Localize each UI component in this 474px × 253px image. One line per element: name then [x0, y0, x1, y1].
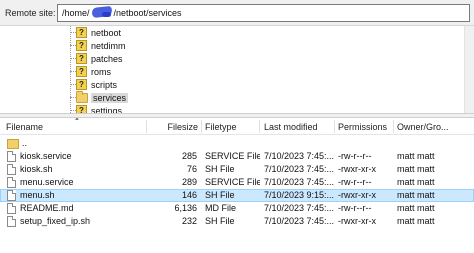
remote-directory-tree: ? netboot ? netdimm ? patches ? roms ? s…: [0, 26, 474, 113]
file-owner: matt matt: [397, 203, 435, 213]
tree-item-label: roms: [91, 66, 111, 77]
path-prefix: /home/: [62, 8, 90, 18]
file-modified: 7/10/2023 9:15:...: [264, 190, 334, 200]
remote-site-bar: Remote site: /home/ /netboot/services: [0, 0, 474, 26]
file-row[interactable]: menu.service 289 SERVICE File 7/10/2023 …: [0, 176, 474, 189]
file-permissions: -rwxr-xr-x: [338, 216, 376, 226]
file-owner: matt matt: [397, 216, 435, 226]
question-icon: ?: [76, 40, 87, 51]
file-name: README.md: [20, 203, 74, 213]
tree-item-services[interactable]: services: [70, 90, 129, 104]
file-icon: [7, 164, 16, 175]
file-type: SH File: [205, 190, 235, 200]
tree-item-settings[interactable]: ? settings: [70, 104, 122, 113]
file-list-header: Filename ▲ Filesize Filetype Last modifie…: [0, 118, 474, 135]
tree-item-label: settings: [91, 105, 123, 114]
file-icon: [7, 177, 16, 188]
question-icon: ?: [76, 53, 87, 64]
column-header-filename[interactable]: Filename ▲: [6, 118, 144, 135]
remote-path-input[interactable]: /home/ /netboot/services: [57, 4, 470, 22]
tree-scrollbar[interactable]: [464, 26, 474, 113]
file-size: 285: [181, 151, 197, 161]
tree-item-netdimm[interactable]: ? netdimm: [70, 39, 126, 52]
question-icon: ?: [76, 27, 87, 38]
file-icon: [7, 203, 16, 214]
tree-item-label: patches: [91, 53, 123, 64]
file-icon: [7, 190, 16, 201]
file-modified: 7/10/2023 7:45:...: [264, 203, 334, 213]
tree-item-roms[interactable]: ? roms: [70, 65, 111, 78]
file-permissions: -rw-r--r--: [338, 177, 372, 187]
file-name: menu.sh: [20, 190, 55, 200]
redaction-scribble: [90, 8, 114, 18]
file-size: 76: [186, 164, 197, 174]
path-suffix: /netboot/services: [113, 8, 182, 18]
file-row[interactable]: kiosk.service 285 SERVICE File 7/10/2023…: [0, 150, 474, 163]
file-size: 146: [181, 190, 197, 200]
tree-item-netboot[interactable]: ? netboot: [70, 26, 121, 39]
question-icon: ?: [76, 79, 87, 90]
file-owner: matt matt: [397, 151, 435, 161]
file-icon: [7, 151, 16, 162]
file-name: setup_fixed_ip.sh: [20, 216, 91, 226]
file-owner: matt matt: [397, 177, 435, 187]
column-header-filetype[interactable]: Filetype: [205, 118, 258, 135]
file-name: menu.service: [20, 177, 74, 187]
file-size: 232: [181, 216, 197, 226]
file-permissions: -rwxr-xr-x: [338, 190, 376, 200]
file-type: SERVICE File: [205, 151, 260, 161]
file-icon: [7, 216, 16, 227]
sort-up-icon: ▲: [74, 118, 80, 122]
file-permissions: -rw-r--r--: [338, 151, 372, 161]
file-row[interactable]: README.md 6,136 MD File 7/10/2023 7:45:.…: [0, 202, 474, 215]
file-permissions: -rw-r--r--: [338, 203, 372, 213]
question-icon: ?: [76, 66, 87, 77]
file-modified: 7/10/2023 7:45:...: [264, 177, 334, 187]
file-name: kiosk.sh: [20, 164, 53, 174]
file-row-selected[interactable]: menu.sh 146 SH File 7/10/2023 9:15:... -…: [0, 189, 474, 202]
file-name: kiosk.service: [20, 151, 72, 161]
file-row[interactable]: setup_fixed_ip.sh 232 SH File 7/10/2023 …: [0, 215, 474, 228]
tree-item-scripts[interactable]: ? scripts: [70, 78, 117, 91]
file-modified: 7/10/2023 7:45:...: [264, 164, 334, 174]
question-icon: ?: [76, 105, 87, 113]
remote-file-list: Filename ▲ Filesize Filetype Last modifie…: [0, 118, 474, 253]
file-row-parent[interactable]: ..: [0, 137, 474, 150]
file-owner: matt matt: [397, 164, 435, 174]
file-size: 289: [181, 177, 197, 187]
file-type: MD File: [205, 203, 236, 213]
tree-item-label: scripts: [91, 79, 118, 90]
tree-item-label: services: [91, 92, 129, 103]
parent-folder-icon: [7, 138, 19, 149]
column-header-owner-group[interactable]: Owner/Gro...: [397, 118, 473, 135]
file-size: 6,136: [174, 203, 197, 213]
tree-item-label: netboot: [91, 27, 122, 38]
column-header-last-modified[interactable]: Last modified: [264, 118, 334, 135]
column-header-filesize[interactable]: Filesize: [150, 118, 198, 135]
file-type: SERVICE File: [205, 177, 260, 187]
file-name: ..: [22, 138, 28, 148]
file-permissions: -rwxr-xr-x: [338, 164, 376, 174]
file-type: SH File: [205, 216, 235, 226]
file-row[interactable]: kiosk.sh 76 SH File 7/10/2023 7:45:... -…: [0, 163, 474, 176]
file-type: SH File: [205, 164, 235, 174]
remote-site-label: Remote site:: [5, 8, 56, 18]
column-header-permissions[interactable]: Permissions: [338, 118, 392, 135]
file-owner: matt matt: [397, 190, 435, 200]
folder-icon: [76, 90, 88, 103]
tree-item-patches[interactable]: ? patches: [70, 52, 123, 65]
tree-item-label: netdimm: [91, 40, 126, 51]
file-modified: 7/10/2023 7:45:...: [264, 151, 334, 161]
file-modified: 7/10/2023 7:45:...: [264, 216, 334, 226]
